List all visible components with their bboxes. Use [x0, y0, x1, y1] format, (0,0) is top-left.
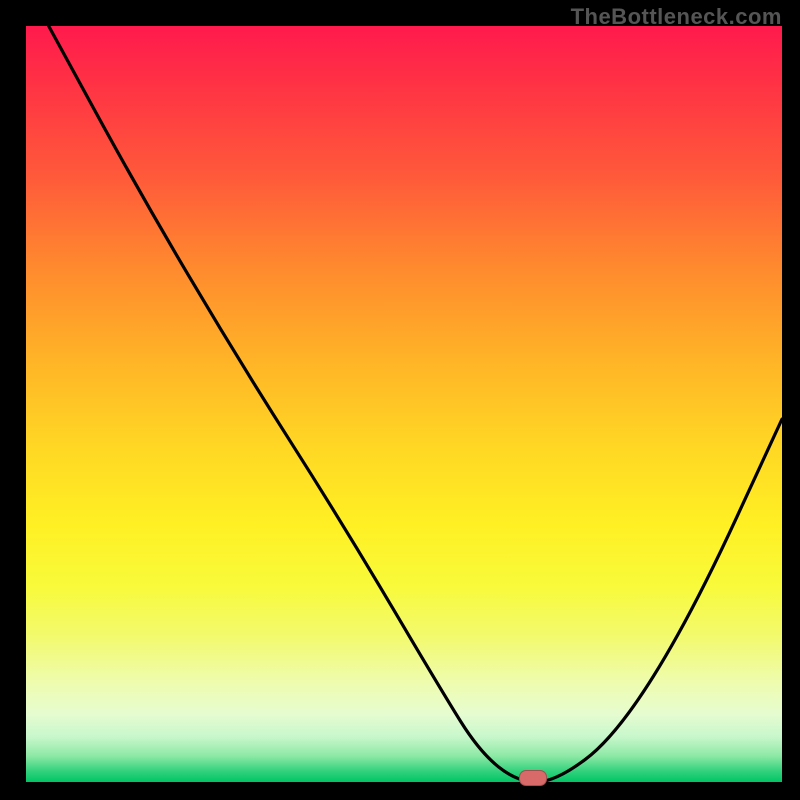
chart-frame: TheBottleneck.com [0, 0, 800, 800]
curve-svg [26, 26, 782, 782]
bottleneck-curve-path [49, 26, 782, 782]
plot-area [26, 26, 782, 782]
optimal-marker [519, 770, 547, 786]
